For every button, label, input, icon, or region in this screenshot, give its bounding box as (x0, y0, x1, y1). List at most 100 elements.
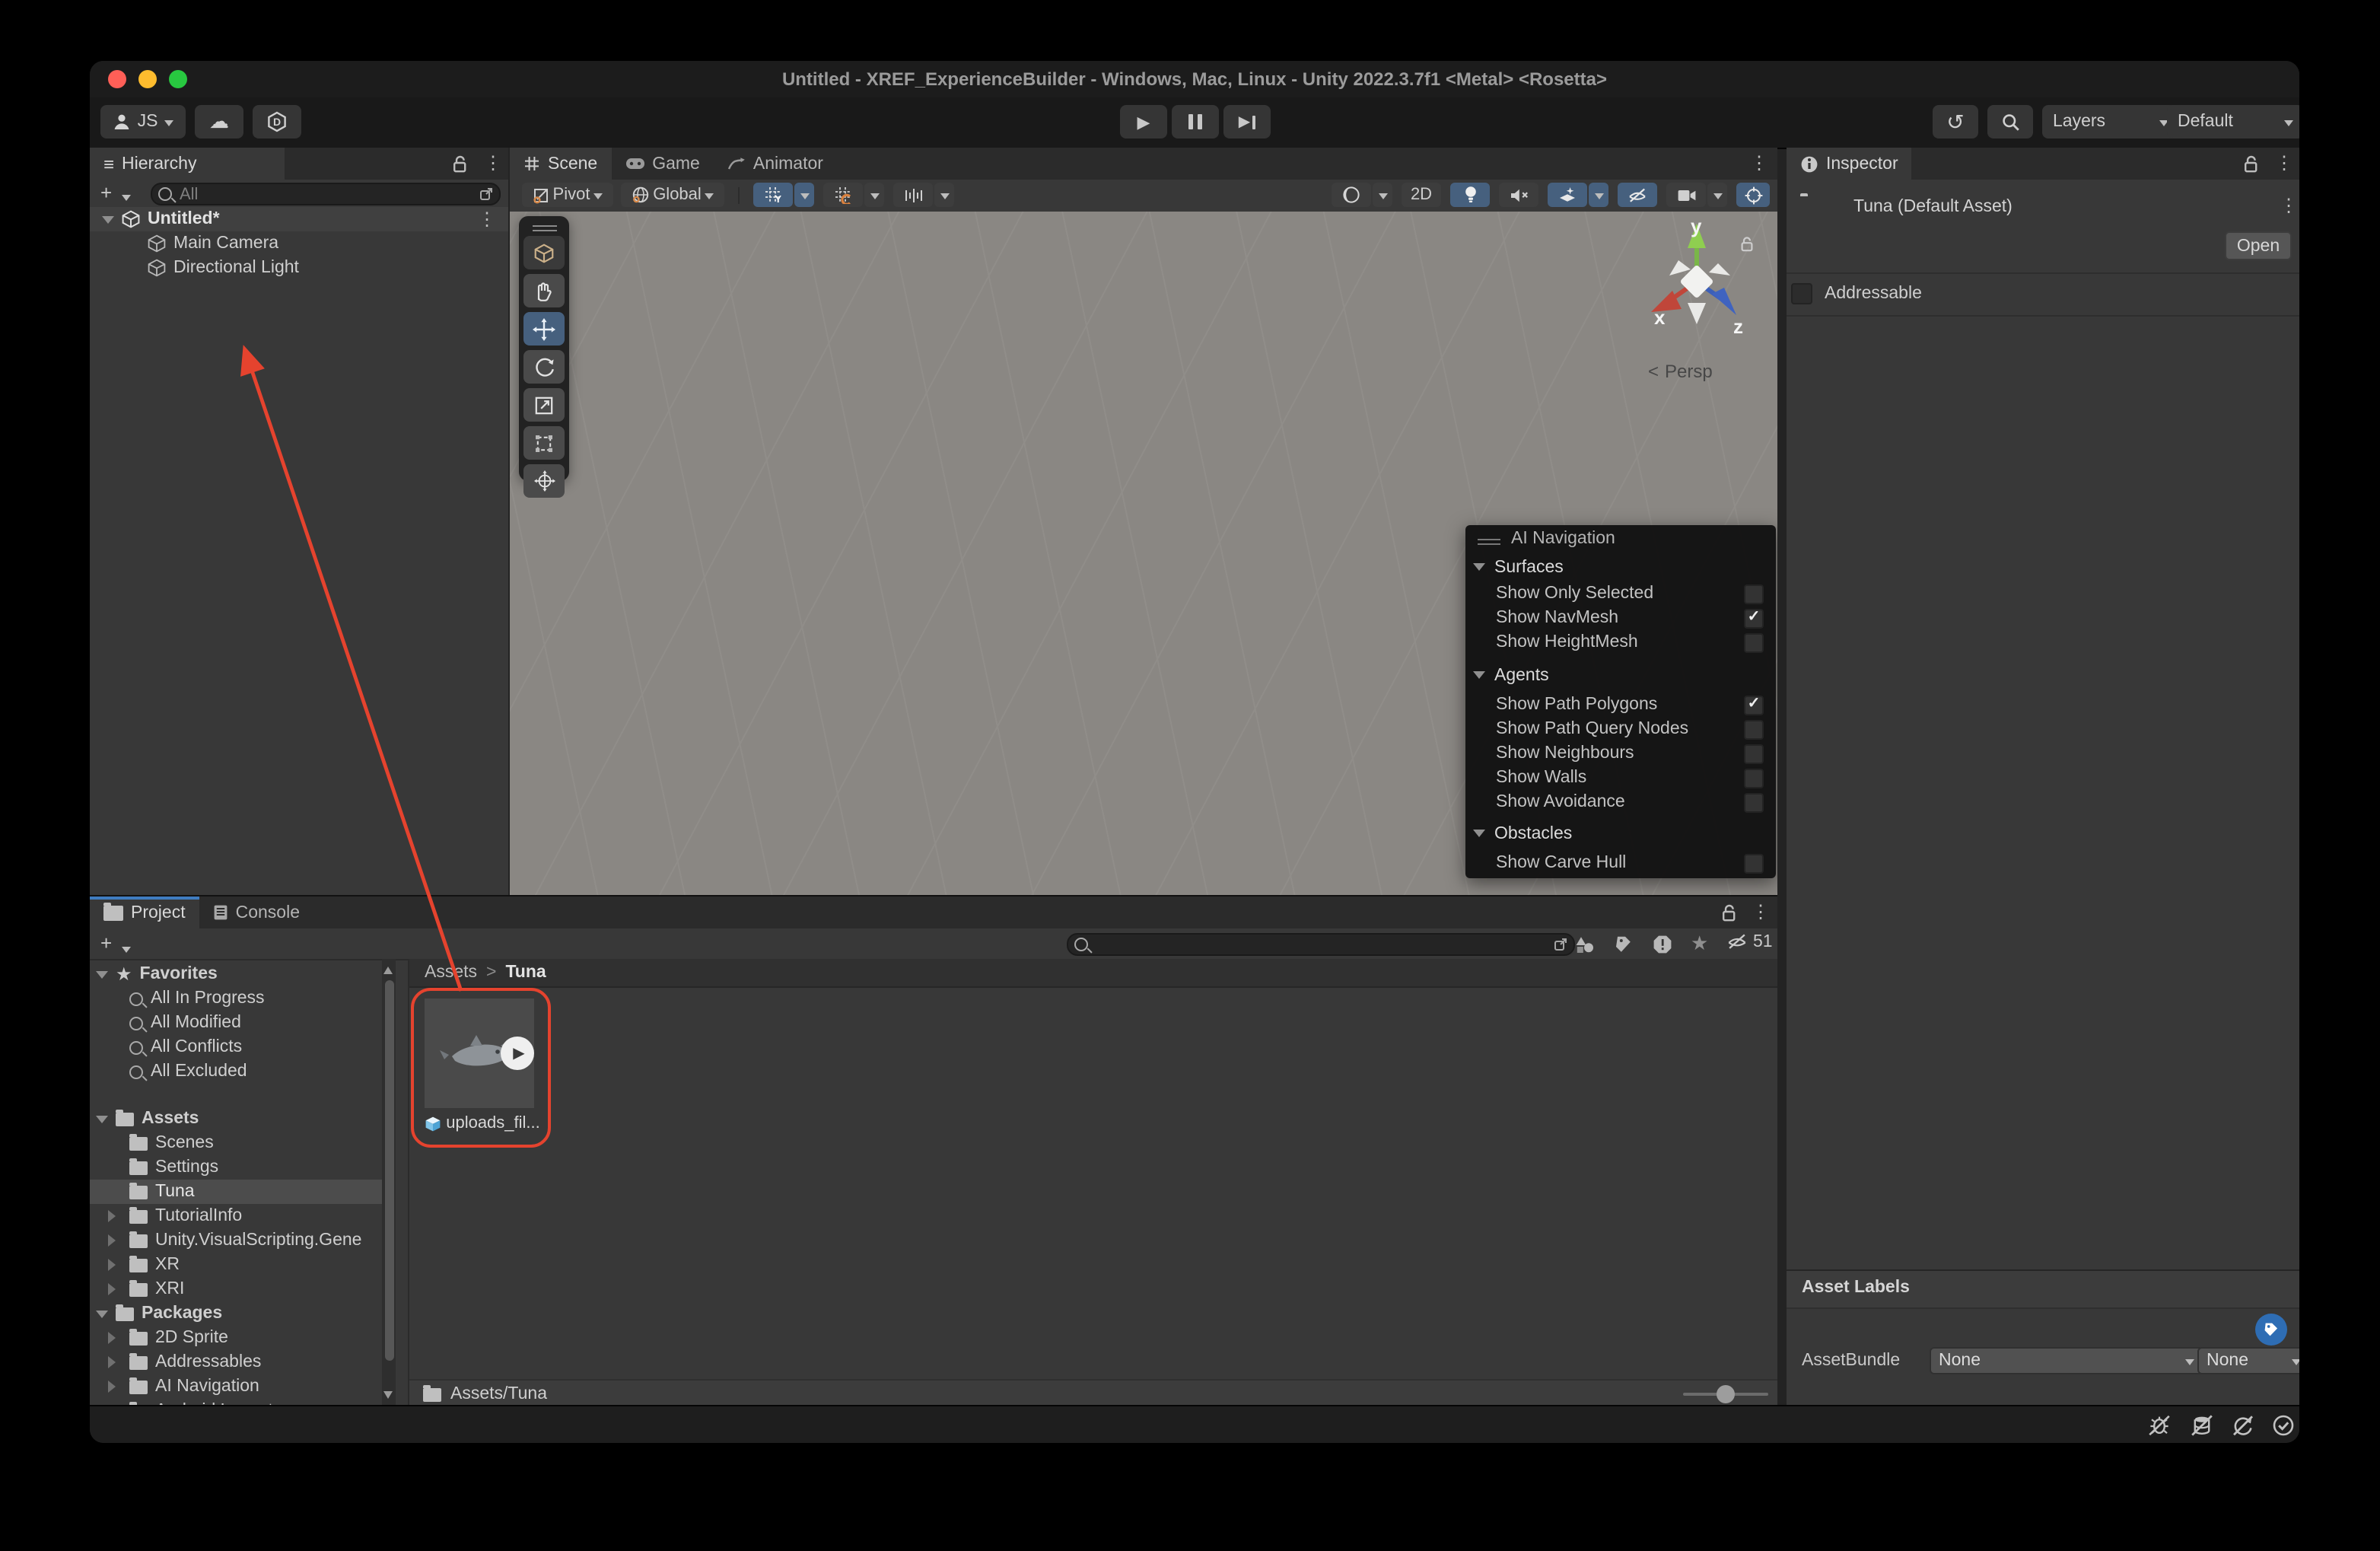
toggle-show-only-selected[interactable]: Show Only Selected✓ (1496, 583, 1764, 604)
orientation-gizmo[interactable]: x y z (1633, 215, 1761, 342)
grid-snap-y-dropdown[interactable] (794, 183, 814, 207)
project-menu-kebab[interactable]: ⋮ (1752, 903, 1770, 921)
tree-item-settings[interactable]: Settings (90, 1155, 396, 1180)
add-object-button[interactable]: + (100, 181, 112, 204)
activity-ok-icon[interactable] (2272, 1414, 2295, 1437)
create-asset-dropdown[interactable] (122, 947, 131, 957)
debugger-detached-icon[interactable] (2147, 1414, 2172, 1437)
tree-group-favorites[interactable]: ★ Favorites (90, 962, 396, 986)
tree-item-xr[interactable]: XR (90, 1253, 396, 1277)
search-by-label-icon[interactable] (1615, 935, 1633, 954)
asset-labels-tag-button[interactable] (2255, 1314, 2287, 1346)
cache-server-disconnected-icon[interactable] (2190, 1414, 2214, 1437)
toggle-show-walls[interactable]: Show Walls✓ (1496, 767, 1764, 788)
breadcrumb-tuna[interactable]: Tuna (505, 963, 546, 982)
layout-dropdown[interactable]: Default (2167, 105, 2299, 139)
checkbox[interactable]: ✓ (1744, 695, 1764, 715)
asset-labels-header[interactable]: Asset Labels (1787, 1269, 2299, 1309)
import-log-icon[interactable] (1653, 935, 1672, 954)
tab-animator[interactable]: Animator (714, 148, 837, 180)
tree-item-all-in-progress[interactable]: All In Progress (90, 986, 396, 1011)
tree-item-all-modified[interactable]: All Modified (90, 1011, 396, 1035)
tree-scrollbar[interactable] (382, 959, 396, 1406)
addressable-checkbox[interactable]: ✓ (1791, 283, 1812, 304)
assetbundle-variant-dropdown[interactable]: None (2197, 1347, 2299, 1374)
tree-item-visualscripting[interactable]: Unity.VisualScripting.Gene (90, 1228, 396, 1253)
tree-group-packages[interactable]: Packages (90, 1301, 396, 1326)
checkbox[interactable]: ✓ (1744, 608, 1764, 628)
global-dropdown[interactable]: Global (621, 183, 724, 207)
project-search-field[interactable] (1067, 933, 1575, 956)
scale-tool-button[interactable] (523, 388, 565, 422)
shading-mode-dropdown[interactable] (1373, 183, 1392, 207)
tree-item-xri[interactable]: XRI (90, 1277, 396, 1301)
toggle-show-neighbours[interactable]: Show Neighbours✓ (1496, 743, 1764, 764)
lock-icon[interactable] (1721, 904, 1738, 922)
asset-thumbnail-uploads-file[interactable]: ▶ (425, 998, 534, 1108)
lighting-toggle[interactable] (1450, 183, 1490, 207)
move-tool-button[interactable] (523, 312, 565, 346)
zoom-button[interactable] (169, 70, 187, 88)
tab-scene[interactable]: Scene (510, 148, 611, 180)
audio-mute-toggle[interactable] (1499, 183, 1538, 207)
add-object-dropdown[interactable] (122, 195, 131, 205)
hierarchy-search-field[interactable] (151, 183, 501, 205)
viewport-lock-icon[interactable] (1739, 236, 1755, 253)
tab-console[interactable]: Console (199, 897, 313, 928)
rotate-tool-button[interactable] (523, 350, 565, 384)
cloud-button[interactable]: ☁ (195, 105, 243, 139)
layers-dropdown[interactable]: Layers (2042, 105, 2179, 139)
projection-mode-button[interactable]: < Persp (1648, 361, 1713, 382)
tree-item-all-excluded[interactable]: All Excluded (90, 1059, 396, 1084)
effects-toggle[interactable] (1548, 183, 1587, 207)
section-surfaces[interactable]: Surfaces (1473, 557, 1564, 577)
overlay-drag-handle[interactable] (519, 216, 569, 231)
tree-item-tuna-selected[interactable]: Tuna (90, 1180, 396, 1204)
tab-inspector[interactable]: Inspector (1787, 148, 1912, 180)
grid-snap-y-toggle[interactable]: Y (753, 183, 793, 207)
checkbox[interactable]: ✓ (1744, 719, 1764, 739)
view-tool-button[interactable] (523, 236, 565, 269)
play-preview-button[interactable]: ▶ (501, 1037, 534, 1070)
rect-tool-button[interactable] (523, 426, 565, 460)
grid-visibility-dropdown[interactable] (864, 183, 884, 207)
scene-visibility-toggle[interactable] (1618, 183, 1657, 207)
2d-toggle[interactable]: 2D (1402, 183, 1441, 207)
snap-increment-dropdown[interactable] (934, 183, 954, 207)
hierarchy-search-input[interactable] (177, 183, 475, 205)
breadcrumb-assets[interactable]: Assets (425, 963, 477, 982)
hierarchy-item-directional-light[interactable]: Directional Light (90, 256, 508, 280)
search-button[interactable] (1987, 105, 2033, 139)
shading-mode-button[interactable] (1332, 183, 1371, 207)
inspector-header-kebab[interactable]: ⋮ (2280, 196, 2298, 215)
hierarchy-menu-kebab[interactable]: ⋮ (484, 154, 502, 172)
camera-settings-button[interactable] (1666, 183, 1706, 207)
slider-thumb[interactable] (1717, 1385, 1735, 1403)
open-button[interactable]: Open (2225, 231, 2292, 260)
assetbundle-dropdown[interactable]: None (1930, 1347, 2203, 1374)
scene-menu-kebab[interactable]: ⋮ (1750, 154, 1768, 172)
lock-icon[interactable] (452, 155, 469, 174)
thumbnail-size-slider[interactable] (1683, 1393, 1768, 1396)
checkbox[interactable]: ✓ (1744, 853, 1764, 873)
undo-history-button[interactable]: ↺ (1933, 105, 1978, 139)
tree-item-ai-navigation[interactable]: AI Navigation (90, 1374, 396, 1399)
addressable-row[interactable]: ✓ Addressable (1791, 283, 1922, 304)
section-agents[interactable]: Agents (1473, 665, 1549, 685)
devops-button[interactable]: D (253, 105, 301, 139)
create-asset-button[interactable]: + (100, 932, 112, 954)
toggle-show-avoidance[interactable]: Show Avoidance✓ (1496, 791, 1764, 813)
hand-tool-button[interactable] (523, 274, 565, 307)
toggle-show-path-polygons[interactable]: Show Path Polygons✓ (1496, 694, 1764, 715)
transform-tool-button[interactable] (523, 464, 565, 498)
toggle-show-navmesh[interactable]: Show NavMesh✓ (1496, 607, 1764, 629)
project-search-input[interactable] (1093, 934, 1549, 955)
minimize-button[interactable] (138, 70, 157, 88)
asset-label-row[interactable]: uploads_fil... (415, 1114, 549, 1132)
tab-hierarchy[interactable]: ≡ Hierarchy (90, 148, 285, 180)
toggle-show-heightmesh[interactable]: Show HeightMesh✓ (1496, 632, 1764, 653)
scene-kebab[interactable]: ⋮ (478, 210, 496, 228)
tree-item-2d-sprite[interactable]: 2D Sprite (90, 1326, 396, 1350)
search-by-type-icon[interactable] (1575, 935, 1595, 954)
tree-item-scenes[interactable]: Scenes (90, 1131, 396, 1155)
